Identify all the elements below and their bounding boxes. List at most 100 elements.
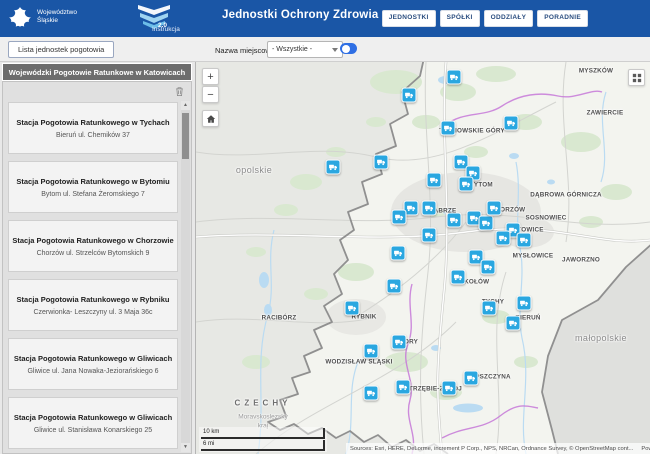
ambulance-icon [507,119,516,128]
ambulance-icon [407,204,416,213]
station-address: Bytom ul. Stefana Żeromskiego 7 [41,191,145,198]
ambulance-marker[interactable] [506,316,521,331]
ambulance-icon [467,374,476,383]
ambulance-icon [520,299,529,308]
ambulance-marker[interactable] [326,160,341,175]
station-name: Stacja Pogotowia Ratunkowego w Bytomiu [16,177,169,186]
ambulance-icon [367,389,376,398]
ambulance-icon [390,282,399,291]
scrollbar-down-arrow[interactable]: ▼ [181,443,190,452]
station-list-item[interactable]: Stacja Pogotowia Ratunkowego w Gliwicach… [8,397,178,449]
station-list-item[interactable]: Stacja Pogotowia Ratunkowego w Gliwicach… [8,338,178,390]
header-nav-button[interactable]: SPÓŁKI [440,10,480,27]
ambulance-marker[interactable] [447,213,462,228]
header-nav-button[interactable]: JEDNOSTKI [382,10,436,27]
page-title: Jednostki Ochrony Zdrowia [222,9,378,21]
map-container[interactable]: MYSZKÓWZAWIERCIETARNOWSKIE GÓRYDĄBROWA G… [196,62,650,454]
zoom-out-button[interactable]: − [202,86,219,103]
scrollbar-up-arrow[interactable]: ▲ [181,101,190,110]
ambulance-icon [485,304,494,313]
map-attribution: Sources: Esri, HERE, DeLorme, increment … [346,443,650,454]
header-nav-button[interactable]: PORADNIE [537,10,588,27]
ambulance-marker[interactable] [451,270,466,285]
toolbar: Lista jednostek pogotowia Nazwa miejscow… [0,37,650,62]
ambulance-icon [499,234,508,243]
sidebar-header: Wojewódzki Pogotowie Ratunkowe w Katowic… [2,63,192,81]
station-address: Chorzów ul. Strzelców Bytomskich 9 [37,250,150,257]
ambulance-marker[interactable] [364,344,379,359]
ambulance-marker[interactable] [479,216,494,231]
ambulance-icon [520,236,529,245]
ambulance-icon [450,216,459,225]
ambulance-marker[interactable] [464,371,479,386]
ambulance-marker[interactable] [402,88,417,103]
sidebar-scrollbar[interactable]: ▲ ▼ [181,101,190,452]
ambulance-icon [430,176,439,185]
ambulance-marker[interactable] [422,228,437,243]
station-list-item[interactable]: Stacja Pogotowia Ratunkowego w Chorzowie… [8,220,178,272]
locality-select-value: - Wszystkie - [272,46,312,53]
ambulance-icon [484,263,493,272]
ambulance-marker[interactable] [374,155,389,170]
ambulance-marker[interactable] [447,70,462,85]
scale-mi: 6 mi [201,440,325,451]
ambulance-icon [490,204,499,213]
ambulance-icon [450,73,459,82]
ambulance-marker[interactable] [422,201,437,216]
sidebar: Wojewódzki Pogotowie Ratunkowe w Katowic… [0,62,196,454]
ambulance-marker[interactable] [392,335,407,350]
brand-line2: Śląskie [37,17,77,25]
station-list-item[interactable]: Stacja Pogotowia Ratunkowego w Rybniku C… [8,279,178,331]
ambulance-icon [405,91,414,100]
station-list-button[interactable]: Lista jednostek pogotowia [8,41,114,58]
ambulance-marker[interactable] [487,201,502,216]
brand-text: Województwo Śląskie [37,9,77,25]
instructions-link[interactable]: Instrukcja [152,26,180,33]
ambulance-marker[interactable] [396,380,411,395]
zoom-in-button[interactable]: + [202,68,219,85]
station-list-item[interactable]: Stacja Pogotowia Ratunkowego w Bytomiu B… [8,161,178,213]
ambulance-marker[interactable] [504,116,519,131]
station-name: Stacja Pogotowia Ratunkowego w Gliwicach [14,413,172,422]
ambulance-icon [462,180,471,189]
station-address: Czerwionka- Leszczyny ul. 3 Maja 36c [33,309,152,316]
ambulance-marker[interactable] [345,301,360,316]
ambulance-marker[interactable] [459,177,474,192]
ambulance-marker[interactable] [387,279,402,294]
station-address: Gliwice ul. Stanisława Konarskiego 25 [34,427,152,434]
station-name: Stacja Pogotowia Ratunkowego w Tychach [16,118,169,127]
ambulance-marker[interactable] [441,121,456,136]
header-nav-button[interactable]: ODDZIAŁY [484,10,534,27]
home-extent-button[interactable] [202,110,219,127]
ambulance-icon [394,249,403,258]
locality-select[interactable]: - Wszystkie - [267,41,343,58]
home-icon [206,114,216,124]
ambulance-icon [472,253,481,262]
ambulance-marker[interactable] [442,381,457,396]
ambulance-marker[interactable] [392,210,407,225]
ambulance-marker[interactable] [481,260,496,275]
app-window: Województwo Śląskie 2.0 Jednostki Ochron… [0,0,650,454]
ambulance-icon [454,273,463,282]
ambulance-marker[interactable] [517,233,532,248]
trash-icon[interactable] [175,86,184,97]
ambulance-marker[interactable] [517,296,532,311]
station-list: Stacja Pogotowia Ratunkowego w Tychach B… [8,102,178,454]
ambulance-marker[interactable] [496,231,511,246]
station-list-item[interactable]: Stacja Pogotowia Ratunkowego w Tychach B… [8,102,178,154]
ambulance-marker[interactable] [427,173,442,188]
map-basemap[interactable] [196,62,650,454]
toggle-knob [342,45,350,53]
ambulance-icon [377,158,386,167]
scrollbar-thumb[interactable] [182,113,189,159]
ambulance-icon [470,214,479,223]
ambulance-marker[interactable] [482,301,497,316]
locality-toggle[interactable] [340,43,357,54]
station-address: Gliwice ul. Jana Nowaka-Jeziorańskiego 6 [27,368,158,375]
ambulance-marker[interactable] [364,386,379,401]
basemap-gallery-button[interactable] [628,69,645,86]
ambulance-icon [457,158,466,167]
ambulance-icon [509,319,518,328]
brand-line1: Województwo [37,9,77,17]
ambulance-marker[interactable] [391,246,406,261]
